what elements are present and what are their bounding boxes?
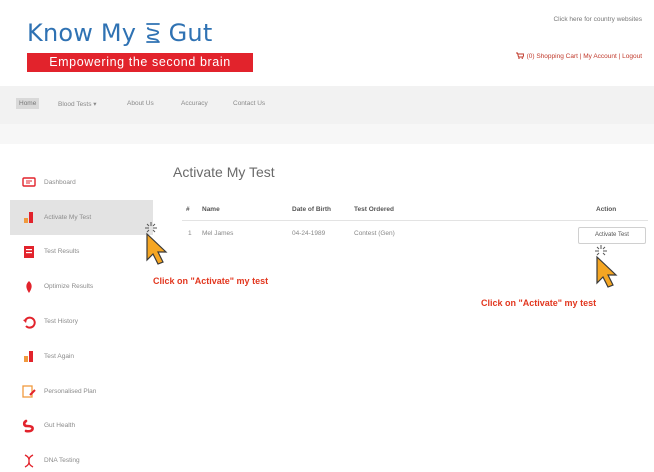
account-links: (0) Shopping Cart | My Account | Logout [515, 52, 642, 61]
tagline-banner: Empowering the second brain [27, 53, 253, 72]
personalised-plan-icon [22, 384, 36, 398]
account-sidebar: Dashboard Activate My Test Test Results … [10, 165, 153, 472]
sidebar-item-dna-testing[interactable]: DNA Testing [10, 443, 153, 472]
sidebar-item-label: Personalised Plan [44, 387, 97, 395]
sidebar-item-label: Test Again [44, 352, 74, 360]
sidebar-item-label: Optimize Results [44, 283, 94, 291]
sidebar-item-activate-my-test[interactable]: Activate My Test [10, 199, 153, 235]
sidebar-item-label: DNA Testing [44, 457, 80, 465]
activate-test-icon [22, 210, 36, 224]
sidebar-item-gut-health[interactable]: Gut Health [10, 409, 153, 444]
logo-text-know-my: Know My [27, 19, 137, 47]
nav-about-us[interactable]: About Us [127, 100, 154, 107]
nav-home[interactable]: Home [16, 98, 40, 109]
table-divider [182, 220, 648, 221]
test-again-icon [22, 349, 36, 363]
column-header-dob: Date of Birth [292, 206, 331, 213]
row-test-ordered: Contest (Gen) [354, 230, 395, 237]
sidebar-item-label: Test History [44, 318, 78, 326]
row-number: 1 [188, 230, 192, 237]
account-links-text[interactable]: (0) Shopping Cart | My Account | Logout [527, 53, 642, 60]
nav-blood-tests[interactable]: Blood Tests ▾ [58, 100, 97, 108]
row-dob: 04-24-1989 [292, 230, 326, 237]
column-header-test-ordered: Test Ordered [354, 206, 394, 213]
logo-text-gut: Gut [168, 19, 213, 47]
optimize-results-icon [22, 280, 36, 294]
click-cursor-icon [595, 245, 618, 288]
nav-contact-us[interactable]: Contact Us [233, 100, 265, 107]
annotation-right: Click on "Activate" my test [481, 298, 597, 308]
sidebar-item-test-results[interactable]: Test Results [10, 235, 153, 270]
sidebar-item-personalised-plan[interactable]: Personalised Plan [10, 374, 153, 409]
gut-health-icon [22, 419, 36, 433]
dna-testing-icon [22, 454, 36, 468]
page-banner-strip [0, 124, 654, 144]
gut-logo-icon [144, 22, 169, 46]
site-logo[interactable]: Know My Gut [27, 19, 212, 47]
sidebar-item-dashboard[interactable]: Dashboard [10, 165, 153, 200]
dashboard-icon [22, 175, 36, 189]
test-history-icon [22, 315, 36, 329]
click-cursor-icon [145, 222, 168, 265]
cart-icon[interactable] [515, 52, 524, 61]
page-title: Activate My Test [173, 164, 275, 180]
annotation-left: Click on "Activate" my test [153, 276, 269, 286]
column-header-action: Action [596, 206, 617, 213]
row-name: Mel James [202, 230, 234, 237]
column-header-name: Name [202, 206, 220, 213]
sidebar-item-label: Dashboard [44, 178, 76, 186]
test-results-icon [22, 245, 36, 259]
sidebar-item-label: Gut Health [44, 422, 76, 430]
country-websites-link[interactable]: Click here for country websites [553, 16, 642, 23]
column-header-number: # [186, 206, 190, 213]
sidebar-item-test-history[interactable]: Test History [10, 304, 153, 339]
sidebar-item-label: Activate My Test [44, 213, 92, 221]
activate-test-button[interactable]: Activate Test [578, 227, 646, 244]
site-header: Know My Gut Empowering the second brain … [0, 0, 654, 86]
sidebar-item-optimize-results[interactable]: Optimize Results [10, 269, 153, 304]
nav-accuracy[interactable]: Accuracy [181, 100, 208, 107]
sidebar-item-test-again[interactable]: Test Again [10, 339, 153, 374]
main-nav: Home Blood Tests ▾ About Us Accuracy Con… [0, 86, 654, 124]
sidebar-item-label: Test Results [44, 248, 80, 256]
